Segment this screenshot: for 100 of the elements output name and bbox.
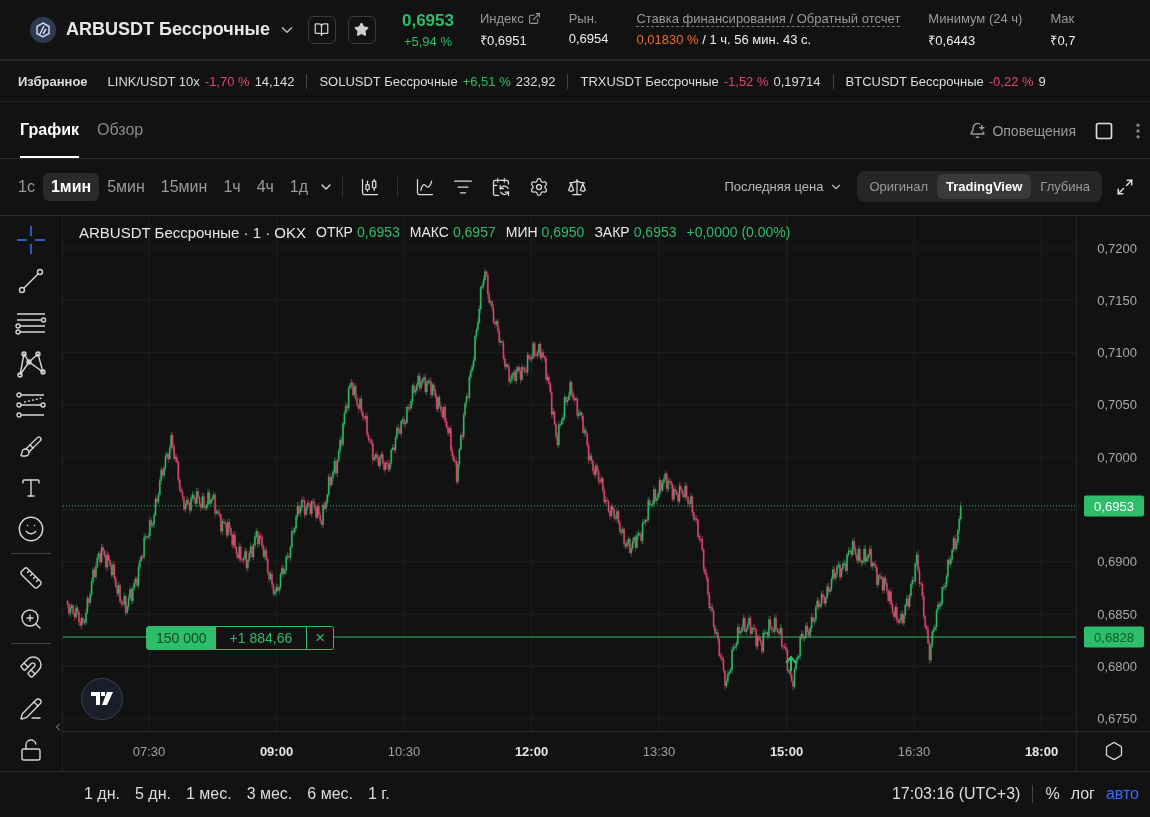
scale-button[interactable]: авто [1105, 785, 1139, 804]
interval-tab[interactable]: 1мин [42, 172, 100, 201]
price-source-dropdown[interactable]: Последняя цена [724, 179, 844, 195]
stat-value: ₹0,6443 [928, 31, 977, 49]
layout-icon[interactable] [1094, 120, 1114, 141]
tab[interactable]: График [20, 102, 79, 159]
range-button[interactable]: 1 г. [368, 785, 390, 804]
funding-rate: 0,01830 % [636, 31, 699, 47]
zoom-in-icon [19, 606, 43, 631]
stat-value: 0,6954 [568, 30, 609, 46]
ohlc-value: 0,6953 [356, 224, 400, 240]
interval-tab[interactable]: 1д [281, 172, 317, 201]
close-position-button[interactable]: × [307, 626, 334, 649]
symbol-title: ARBUSDT Бессрочные [66, 19, 270, 41]
scale-icon[interactable] [567, 176, 588, 197]
trend-line-icon [17, 267, 45, 296]
ticker-name[interactable]: LINK/USDT 10x [107, 73, 200, 89]
bell-icon [969, 122, 987, 139]
position-pnl: +1 884,66 [215, 626, 308, 649]
interval-tab[interactable]: 1ч [215, 172, 249, 201]
view-tab[interactable]: TradingView [937, 174, 1032, 200]
position-quantity: 150 000 [147, 626, 216, 649]
ruler-icon [19, 565, 43, 590]
favorites-title: Избранное [18, 73, 88, 89]
stat-label: Мак [1050, 10, 1076, 26]
price-axis-label: 0,6850 [1097, 606, 1137, 622]
price-tag: 0,6828 [1084, 626, 1144, 647]
range-button[interactable]: 1 дн. [84, 785, 120, 804]
stat-label: Рын. [568, 10, 599, 26]
stat-value: ₹0,7 [1050, 31, 1076, 49]
favorite-button[interactable] [348, 15, 376, 44]
time-axis-label: 13:30 [642, 743, 676, 759]
time-axis-label: 12:00 [514, 743, 549, 759]
alerts-button[interactable]: Оповещения [969, 102, 1076, 159]
smile-icon [17, 515, 45, 544]
time-axis-label: 15:00 [769, 743, 804, 759]
time-axis-label: 07:30 [132, 743, 166, 759]
ticker-change: -0,22 % [988, 73, 1034, 89]
fullscreen-icon[interactable] [1116, 177, 1134, 196]
view-tab[interactable]: Оригинал [860, 174, 937, 200]
range-button[interactable]: 3 мес. [246, 785, 293, 804]
ticker-price: 14,142 [254, 73, 295, 89]
candlestick-icon[interactable] [360, 176, 381, 197]
time-axis-label: 10:30 [387, 743, 421, 759]
last-price: 0,6953 [402, 10, 454, 31]
time-axis-label: 18:00 [1024, 743, 1059, 759]
interval-tab[interactable]: 1с [10, 172, 43, 201]
pattern-icon [16, 349, 46, 380]
price-change: +5,94 % [403, 33, 452, 49]
ticker-price: 0,19714 [773, 73, 821, 89]
fib-levels-icon [16, 392, 46, 419]
interval-tab[interactable]: 15мин [152, 172, 216, 201]
range-button[interactable]: 5 дн. [134, 785, 171, 804]
indicators-icon[interactable] [415, 176, 436, 197]
ohlc-label: ОТКР [316, 224, 353, 240]
price-axis-label: 0,6750 [1097, 710, 1137, 726]
stat-value: ₹0,6951 [480, 31, 528, 49]
scale-button[interactable]: % [1045, 785, 1060, 804]
clock: 17:03:16 (UTC+3) [891, 785, 1034, 804]
stat-label: Индекс [480, 10, 524, 26]
calendar-icon[interactable] [491, 176, 512, 197]
range-button[interactable]: 6 мес. [307, 785, 353, 804]
ohlc-label: МАКС [409, 224, 449, 240]
price-axis-label: 0,7150 [1097, 292, 1137, 308]
ticker-price: 232,92 [515, 73, 556, 89]
ohlc-change: +0,0000 (0.00%) [686, 224, 791, 240]
ohlc-value: 0,6950 [541, 224, 585, 240]
price-axis-label: 0,6800 [1097, 658, 1137, 674]
price-axis-label: 0,7100 [1097, 344, 1137, 360]
chart-legend-title: ARBUSDT Бессрочные · 1 · OKX [79, 223, 306, 241]
book-icon [314, 22, 330, 38]
brush-icon [19, 434, 43, 459]
coin-logo [30, 16, 56, 43]
ticker-name[interactable]: TRXUSDT Бессрочные [580, 73, 719, 89]
stat-label: Минимум (24 ч) [928, 10, 1023, 26]
range-button[interactable]: 1 мес. [185, 785, 232, 804]
ohlc-label: ЗАКР [594, 224, 630, 240]
price-axis-label: 0,7000 [1097, 449, 1137, 465]
ticker-name[interactable]: BTCUSDT Бессрочные [845, 73, 984, 89]
ohlc-label: МИН [505, 224, 538, 240]
time-axis-label: 16:30 [897, 743, 931, 759]
interval-tab[interactable]: 4ч [248, 172, 282, 201]
interval-tab[interactable]: 5мин [99, 172, 153, 201]
ohlc-value: 0,6957 [452, 224, 496, 240]
unlock-icon [19, 737, 43, 762]
book-button[interactable] [308, 15, 336, 44]
price-axis-label: 0,7050 [1097, 396, 1137, 412]
time-axis-label: 09:00 [259, 743, 294, 759]
ticker-name[interactable]: SOLUSDT Бессрочные [319, 73, 458, 89]
countdown: / 1 ч. 56 мин. 43 с. [702, 31, 812, 47]
ticker-change: -1,70 % [204, 73, 250, 89]
scale-button[interactable]: лог [1070, 785, 1095, 804]
external-link-icon[interactable] [527, 11, 541, 25]
tab[interactable]: Обзор [97, 102, 144, 159]
view-tab[interactable]: Глубина [1031, 174, 1099, 200]
stat-label: Ставка финансирования / Обратный отсчет [636, 10, 901, 27]
chart-logo [81, 677, 123, 720]
ticker-change: -1,52 % [723, 73, 769, 89]
ohlc-value: 0,6953 [633, 224, 677, 240]
crosshair-icon [16, 225, 46, 256]
